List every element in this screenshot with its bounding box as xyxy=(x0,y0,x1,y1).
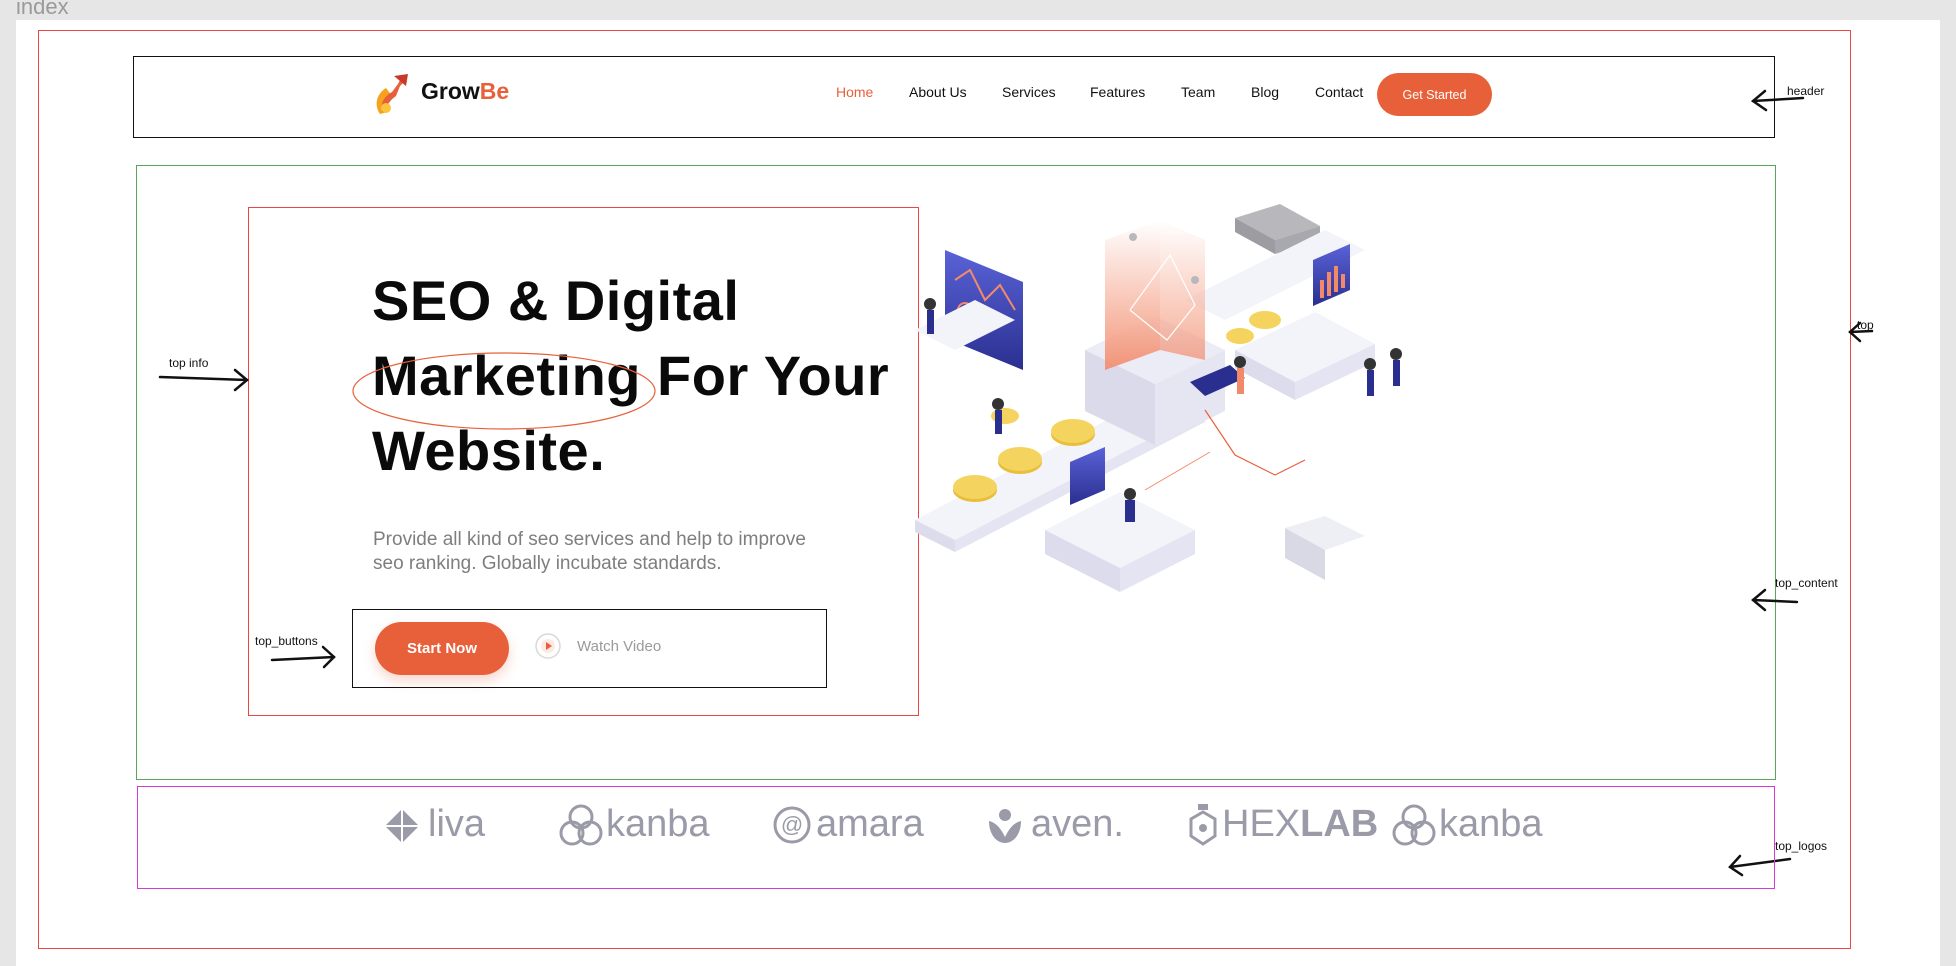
kanba-logo-text: kanba xyxy=(606,803,710,845)
kanba-logo-icon xyxy=(559,804,603,846)
svg-text:@: @ xyxy=(781,812,803,837)
kanba-logo-icon xyxy=(1392,804,1436,846)
seo-isometric-illustration xyxy=(915,204,1402,592)
amara-logo-icon: @ xyxy=(773,806,811,844)
hex-logo-part: HEX xyxy=(1222,803,1301,845)
hexlab-logo-icon xyxy=(1189,804,1217,846)
data-tower-icon xyxy=(1105,220,1160,370)
annotation-top-logos-label: top_logos xyxy=(1775,839,1828,853)
liva-logo-text: liva xyxy=(428,803,486,845)
aven-logo-icon xyxy=(989,809,1021,843)
hexlab-logo-text: HEXLAB xyxy=(1222,803,1378,846)
amara-logo-text: amara xyxy=(816,803,924,845)
aven-logo-text: aven. xyxy=(1031,803,1124,845)
header-arrow-icon xyxy=(1750,89,1805,112)
kanba-logo-text-2: kanba xyxy=(1439,803,1543,845)
top-arrow-icon xyxy=(1848,321,1874,343)
lab-logo-part: LAB xyxy=(1300,803,1379,845)
liva-logo-icon xyxy=(385,809,419,843)
top-buttons-arrow-icon xyxy=(270,645,336,669)
marketing-highlight-ellipse xyxy=(352,352,656,430)
top-info-arrow-icon xyxy=(158,368,249,392)
top-content-arrow-icon xyxy=(1751,588,1799,612)
